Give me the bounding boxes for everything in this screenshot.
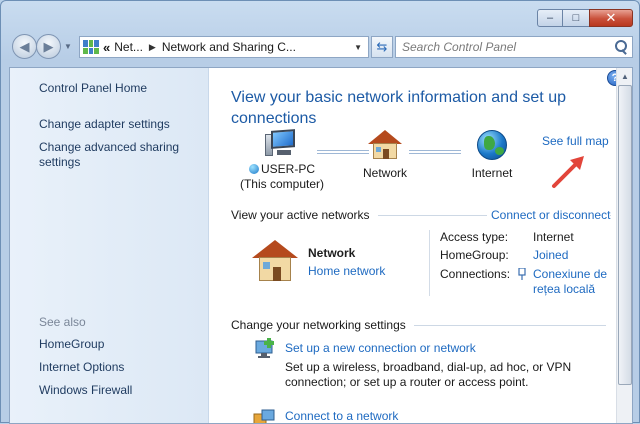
map-node-computer[interactable]: USER-PC (This computer)	[238, 129, 326, 192]
change-settings-header: Change your networking settings	[231, 318, 606, 332]
address-bar[interactable]: « Net... ▶ Network and Sharing C... ▼	[79, 36, 369, 58]
maximize-button[interactable]: □	[563, 9, 589, 27]
back-button[interactable]: ◀	[12, 34, 37, 59]
ethernet-plug-icon	[518, 268, 526, 280]
computer-icon	[265, 129, 299, 158]
active-network-house-icon	[252, 240, 298, 282]
sidebar-internet-options[interactable]: Internet Options	[39, 360, 124, 375]
access-type-label: Access type:	[440, 230, 509, 244]
see-also-label: See also	[39, 315, 86, 329]
map-node-internet[interactable]: Internet	[460, 130, 524, 181]
connect-or-disconnect-link[interactable]: Connect or disconnect	[487, 208, 611, 222]
computer-sub-label: (This computer)	[239, 177, 325, 191]
scrollbar-thumb[interactable]	[618, 85, 632, 385]
access-type-value: Internet	[533, 230, 574, 244]
internet-label: Internet	[471, 166, 513, 180]
sidebar: Control Panel Home Change adapter settin…	[10, 68, 209, 423]
connect-network-icon	[253, 409, 275, 423]
sidebar-change-advanced-sharing[interactable]: Change advanced sharing settings	[39, 140, 199, 170]
refresh-icon: ⇆	[376, 39, 388, 54]
back-arrow-icon: ◀	[19, 38, 30, 54]
setup-new-connection-link[interactable]: Set up a new connection or network	[285, 341, 476, 355]
close-button[interactable]: ✕	[589, 9, 633, 27]
content-area: Control Panel Home Change adapter settin…	[9, 67, 633, 424]
minimize-button[interactable]: –	[537, 9, 563, 27]
sidebar-change-adapter-settings[interactable]: Change adapter settings	[39, 117, 170, 132]
computer-name: USER-PC	[260, 162, 315, 176]
setup-new-connection-description: Set up a wireless, broadband, dial-up, a…	[285, 360, 572, 389]
homegroup-label: HomeGroup:	[440, 248, 509, 262]
breadcrumb-network[interactable]: Net...	[114, 40, 143, 54]
refresh-button[interactable]: ⇆	[371, 36, 393, 58]
network-type-link[interactable]: Home network	[308, 264, 385, 278]
homegroup-joined-link[interactable]: Joined	[533, 248, 568, 262]
active-network-name: Network	[308, 246, 356, 260]
window: – □ ✕ ◀ ▶ ▼ « Net... ▶ Network and Shari…	[0, 0, 640, 424]
address-dropdown-icon[interactable]: ▼	[354, 43, 362, 52]
scrollbar[interactable]: ▲	[616, 68, 632, 423]
main-panel: ? View your basic network information an…	[210, 68, 632, 423]
sidebar-windows-firewall[interactable]: Windows Firewall	[39, 383, 132, 398]
search-input[interactable]: Search Control Panel	[402, 40, 516, 54]
caption-buttons: – □ ✕	[537, 9, 633, 27]
new-connection-icon	[255, 338, 274, 358]
breadcrumb-network-sharing[interactable]: Network and Sharing C...	[162, 40, 296, 54]
map-node-network[interactable]: Network	[355, 130, 415, 181]
sidebar-homegroup[interactable]: HomeGroup	[39, 337, 104, 352]
control-panel-icon	[83, 40, 99, 54]
address-overflow-chevron[interactable]: «	[103, 40, 110, 55]
divider	[429, 230, 430, 296]
search-box[interactable]: Search Control Panel	[395, 36, 633, 58]
breadcrumb-separator-icon[interactable]: ▶	[149, 42, 156, 53]
scroll-up-icon[interactable]: ▲	[617, 68, 632, 85]
red-arrow-icon	[552, 156, 584, 188]
connect-to-network-link[interactable]: Connect to a network	[285, 409, 398, 423]
connections-label: Connections:	[440, 267, 511, 281]
forward-arrow-icon: ▶	[43, 38, 54, 54]
internet-globe-icon	[477, 130, 507, 160]
navigation-bar: ◀ ▶ ▼ « Net... ▶ Network and Sharing C..…	[9, 34, 633, 60]
see-full-map-link[interactable]: See full map	[542, 134, 609, 148]
local-connection-link[interactable]: Conexiune de rețea locală	[533, 267, 613, 297]
search-icon[interactable]	[614, 40, 628, 54]
home-network-icon	[368, 130, 402, 160]
page-title: View your basic network information and …	[231, 89, 566, 127]
network-globe-icon	[248, 164, 259, 174]
forward-button[interactable]: ▶	[36, 34, 61, 59]
recent-pages-dropdown[interactable]: ▼	[64, 42, 72, 51]
network-label: Network	[362, 166, 407, 180]
map-connector-line	[409, 150, 461, 154]
sidebar-control-panel-home[interactable]: Control Panel Home	[39, 81, 147, 96]
